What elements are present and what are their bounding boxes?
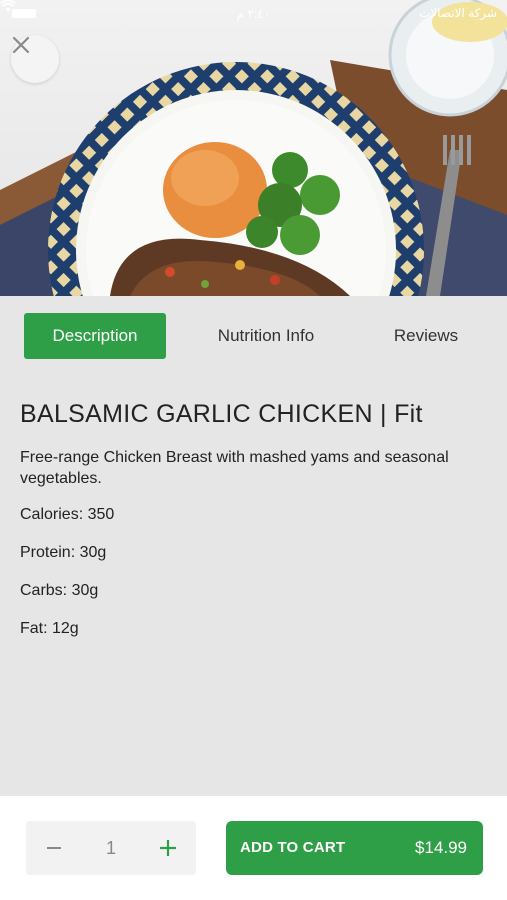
bottom-cart-bar: 1 ADD TO CART $14.99 <box>0 796 507 900</box>
plus-icon <box>160 840 176 856</box>
tab-label: Nutrition Info <box>217 326 315 345</box>
quantity-value: 1 <box>105 838 116 858</box>
product-photo: ٢:٤٠ م شركة الاتصالات <box>0 0 507 296</box>
tab-label: Reviews <box>393 326 459 345</box>
carbs-text: Carbs: 30g <box>20 582 99 599</box>
fat-text: Fat: 12g <box>20 620 79 637</box>
carrier-name: شركة الاتصالات <box>419 6 497 20</box>
calories-text: Calories: 350 <box>20 506 115 523</box>
quantity-stepper: 1 <box>26 821 196 875</box>
decrease-quantity-button[interactable] <box>34 821 74 875</box>
product-description: Free-range Chicken Breast with mashed ya… <box>20 449 449 487</box>
close-icon <box>12 36 30 54</box>
close-button[interactable] <box>11 35 59 83</box>
tab-description[interactable]: Description <box>24 313 166 359</box>
status-bar: ٢:٤٠ م شركة الاتصالات <box>0 0 507 26</box>
tab-bar: Description Nutrition Info Reviews <box>0 296 507 376</box>
tab-nutrition-info[interactable]: Nutrition Info <box>195 313 337 359</box>
cart-price: $14.99 <box>415 838 467 857</box>
wifi-icon <box>0 0 16 12</box>
food-plate-image <box>0 0 507 296</box>
increase-quantity-button[interactable] <box>148 821 188 875</box>
minus-icon <box>47 847 61 849</box>
tab-label: Description <box>52 326 138 345</box>
protein-text: Protein: 30g <box>20 544 107 561</box>
tab-reviews[interactable]: Reviews <box>355 313 497 359</box>
add-to-cart-label: ADD TO CART <box>240 839 346 856</box>
product-title: BALSAMIC GARLIC CHICKEN | Fit <box>20 400 423 428</box>
add-to-cart-button[interactable]: ADD TO CART $14.99 <box>226 821 483 875</box>
